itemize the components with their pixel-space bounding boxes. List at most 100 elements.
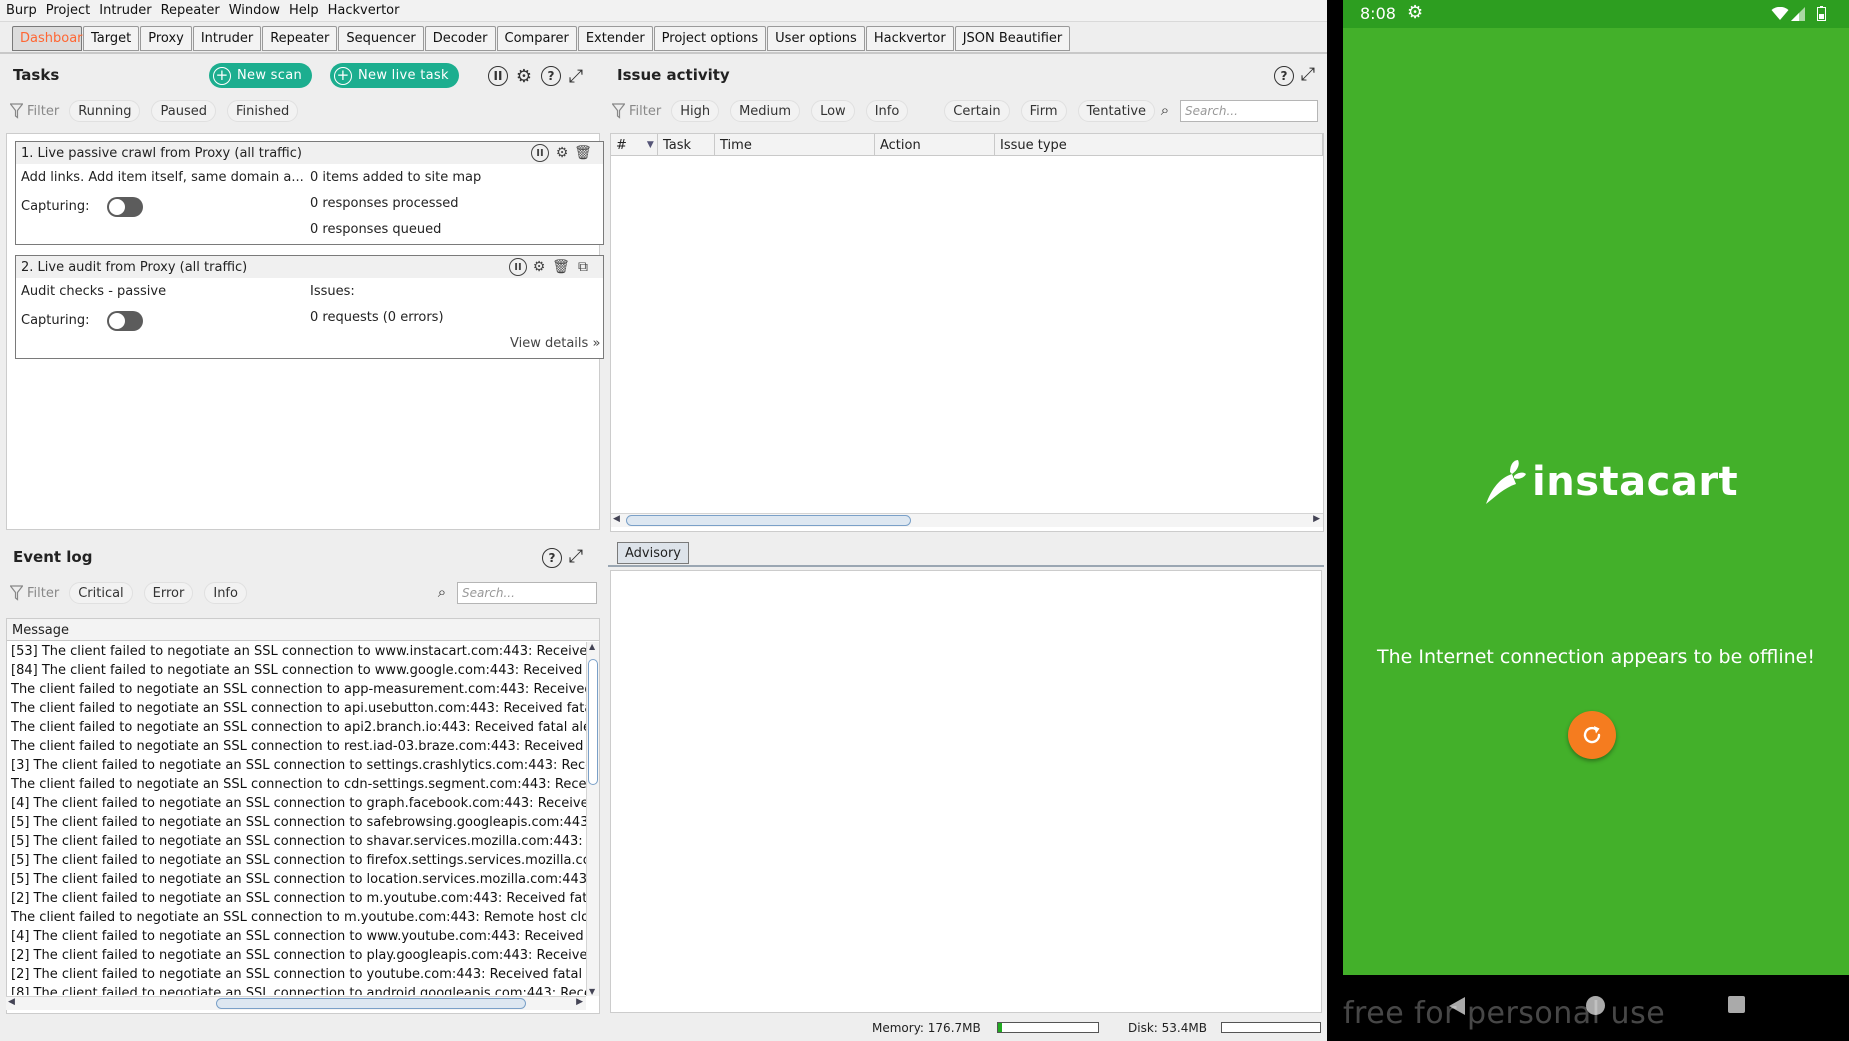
log-row[interactable]: The client failed to negotiate an SSL co…: [6, 680, 586, 699]
pause-icon[interactable]: II: [488, 66, 508, 86]
column-issue-type[interactable]: Issue type: [995, 134, 1323, 156]
log-row[interactable]: [2] The client failed to negotiate an SS…: [6, 965, 586, 984]
event-search-input[interactable]: Search...: [457, 582, 597, 604]
expand-icon[interactable]: ⤢: [566, 546, 586, 567]
popout-icon[interactable]: ⧉: [574, 258, 592, 276]
issue-horizontal-scrollbar[interactable]: ◀ ▶: [611, 513, 1323, 527]
task-card-2[interactable]: 2. Live audit from Proxy (all traffic) I…: [15, 255, 604, 359]
view-details-link[interactable]: View details »: [510, 336, 600, 351]
scroll-down-icon[interactable]: ▼: [589, 987, 595, 996]
column-time[interactable]: Time: [715, 134, 875, 156]
tab-json-beautifier[interactable]: JSON Beautifier: [954, 26, 1071, 51]
log-row[interactable]: [5] The client failed to negotiate an SS…: [6, 832, 586, 851]
filter-certain[interactable]: Certain: [944, 100, 1010, 122]
task-card-1[interactable]: 1. Live passive crawl from Proxy (all tr…: [15, 141, 604, 245]
event-vertical-scrollbar[interactable]: ▲ ▼: [586, 642, 599, 996]
scrollbar-thumb[interactable]: [588, 659, 598, 785]
filter-finished[interactable]: Finished: [226, 100, 299, 122]
menu-help[interactable]: Help: [289, 3, 319, 18]
trash-icon[interactable]: 🗑: [552, 258, 570, 276]
column-action[interactable]: Action: [875, 134, 995, 156]
log-row[interactable]: [5] The client failed to negotiate an SS…: [6, 813, 586, 832]
tab-target[interactable]: Target: [83, 26, 140, 51]
filter-critical[interactable]: Critical: [69, 582, 133, 604]
log-row[interactable]: [2] The client failed to negotiate an SS…: [6, 889, 586, 908]
filter-high[interactable]: High: [671, 100, 720, 122]
scrollbar-thumb[interactable]: [216, 998, 526, 1009]
filter-running[interactable]: Running: [69, 100, 141, 122]
issue-search-input[interactable]: Search...: [1180, 100, 1318, 122]
tab-sequencer[interactable]: Sequencer: [338, 26, 424, 51]
new-live-task-button[interactable]: + New live task: [330, 63, 459, 88]
pause-icon[interactable]: II: [531, 144, 549, 162]
filter-tentative[interactable]: Tentative: [1077, 100, 1156, 122]
trash-icon[interactable]: 🗑: [574, 144, 592, 162]
event-horizontal-scrollbar[interactable]: ◀ ▶: [6, 996, 586, 1010]
filter-toggle[interactable]: Filter: [10, 103, 59, 119]
log-row[interactable]: [4] The client failed to negotiate an SS…: [6, 927, 586, 946]
log-row[interactable]: The client failed to negotiate an SSL co…: [6, 718, 586, 737]
filter-info[interactable]: Info: [204, 582, 247, 604]
pause-icon[interactable]: II: [509, 258, 527, 276]
column-task[interactable]: Task: [658, 134, 715, 156]
refresh-button[interactable]: [1568, 711, 1616, 759]
tab-user-options[interactable]: User options: [767, 26, 865, 51]
log-row[interactable]: The client failed to negotiate an SSL co…: [6, 775, 586, 794]
tab-decoder[interactable]: Decoder: [424, 26, 496, 51]
tab-hackvertor[interactable]: Hackvertor: [865, 26, 954, 51]
log-row[interactable]: The client failed to negotiate an SSL co…: [6, 908, 586, 927]
expand-icon[interactable]: ⤢: [1298, 64, 1318, 85]
log-row[interactable]: [4] The client failed to negotiate an SS…: [6, 794, 586, 813]
scroll-right-icon[interactable]: ▶: [1313, 514, 1320, 524]
new-scan-button[interactable]: + New scan: [209, 63, 313, 88]
log-row[interactable]: [5] The client failed to negotiate an SS…: [6, 870, 586, 889]
menu-repeater[interactable]: Repeater: [161, 3, 220, 18]
filter-firm[interactable]: Firm: [1020, 100, 1067, 122]
menu-intruder[interactable]: Intruder: [99, 3, 151, 18]
log-row[interactable]: [2] The client failed to negotiate an SS…: [6, 946, 586, 965]
tab-dashboard[interactable]: Dashboard: [12, 26, 91, 51]
filter-toggle[interactable]: Filter: [612, 103, 661, 119]
log-row[interactable]: [53] The client failed to negotiate an S…: [6, 642, 586, 661]
tab-comparer[interactable]: Comparer: [496, 26, 577, 51]
help-icon[interactable]: ?: [541, 66, 561, 86]
filter-info[interactable]: Info: [865, 100, 909, 122]
log-row[interactable]: [3] The client failed to negotiate an SS…: [6, 756, 586, 775]
filter-toggle[interactable]: Filter: [10, 585, 59, 601]
task-1-capturing-toggle[interactable]: [107, 197, 143, 217]
log-row[interactable]: The client failed to negotiate an SSL co…: [6, 737, 586, 756]
log-row[interactable]: [8] The client failed to negotiate an SS…: [6, 984, 586, 995]
scroll-up-icon[interactable]: ▲: [589, 642, 595, 651]
scroll-left-icon[interactable]: ◀: [8, 997, 15, 1007]
filter-error[interactable]: Error: [143, 582, 194, 604]
filter-low[interactable]: Low: [811, 100, 855, 122]
log-row[interactable]: The client failed to negotiate an SSL co…: [6, 699, 586, 718]
scroll-right-icon[interactable]: ▶: [576, 997, 583, 1007]
gear-icon[interactable]: ⚙: [530, 258, 548, 276]
task-2-capturing-toggle[interactable]: [107, 311, 143, 331]
filter-medium[interactable]: Medium: [730, 100, 801, 122]
scrollbar-thumb[interactable]: [626, 515, 911, 526]
filter-paused[interactable]: Paused: [151, 100, 216, 122]
menu-project[interactable]: Project: [46, 3, 90, 18]
tab-extender[interactable]: Extender: [577, 26, 653, 51]
gear-icon[interactable]: ⚙: [514, 66, 534, 87]
menu-window[interactable]: Window: [229, 3, 280, 18]
help-icon[interactable]: ?: [1274, 66, 1294, 86]
column-number[interactable]: # ▼: [611, 134, 658, 156]
help-icon[interactable]: ?: [542, 548, 562, 568]
expand-icon[interactable]: ⤢: [566, 66, 586, 87]
log-row[interactable]: [5] The client failed to negotiate an SS…: [6, 851, 586, 870]
menu-hackvertor[interactable]: Hackvertor: [328, 3, 400, 18]
recents-icon[interactable]: [1728, 996, 1745, 1013]
tab-project-options[interactable]: Project options: [653, 26, 767, 51]
menu-burp[interactable]: Burp: [6, 3, 37, 18]
column-message[interactable]: Message: [7, 619, 599, 641]
advisory-tab[interactable]: Advisory: [617, 542, 689, 564]
tab-repeater[interactable]: Repeater: [262, 26, 338, 51]
scroll-left-icon[interactable]: ◀: [613, 514, 620, 524]
tab-proxy[interactable]: Proxy: [140, 26, 192, 51]
log-row[interactable]: [84] The client failed to negotiate an S…: [6, 661, 586, 680]
gear-icon[interactable]: ⚙: [553, 144, 571, 162]
tab-intruder[interactable]: Intruder: [192, 26, 262, 51]
